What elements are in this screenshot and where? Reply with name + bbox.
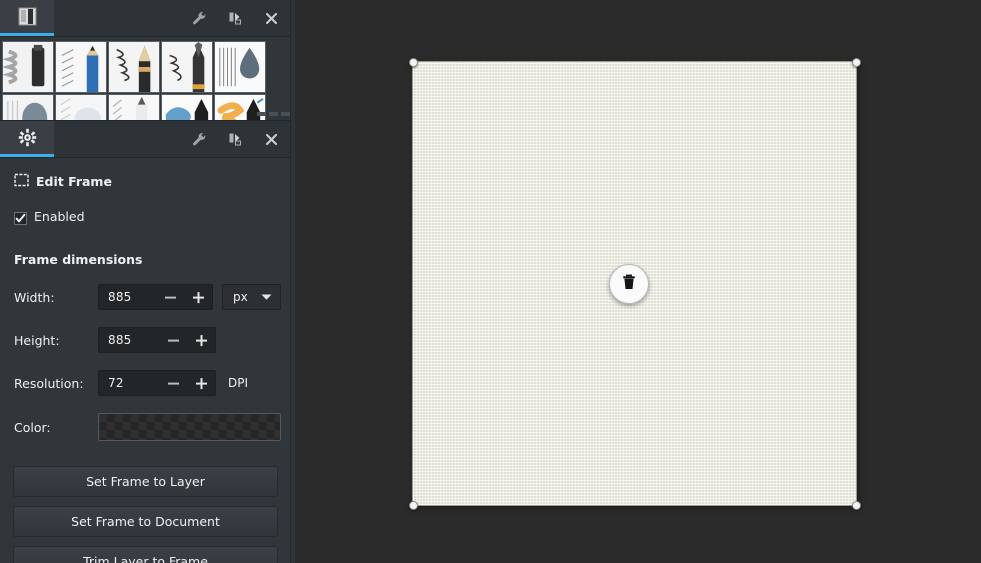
canvas-area[interactable] (295, 0, 981, 563)
set-frame-to-layer-button[interactable]: Set Frame to Layer (13, 466, 278, 497)
delete-button[interactable] (609, 264, 649, 304)
height-decrement-button[interactable] (159, 328, 187, 352)
width-decrement-button[interactable] (156, 285, 184, 309)
brush-preset-item[interactable] (55, 94, 107, 120)
frame-dimensions-label: Frame dimensions (14, 252, 143, 267)
brush-preset-icon (17, 6, 38, 31)
trim-layer-to-frame-button[interactable]: Trim Layer to Frame (13, 546, 278, 563)
close-icon[interactable] (261, 8, 281, 28)
height-value[interactable]: 885 (99, 333, 159, 347)
resolution-unit-label: DPI (228, 376, 249, 390)
color-label: Color: (14, 419, 51, 435)
brush-preset-item[interactable] (214, 41, 266, 93)
frame-icon (14, 173, 29, 190)
width-unit-select[interactable]: px (222, 284, 281, 310)
scroll-tick (257, 112, 266, 116)
wrench-icon[interactable] (189, 8, 209, 28)
brush-preset-item[interactable] (2, 94, 54, 120)
trash-icon (620, 273, 638, 295)
options-header-spacer (54, 121, 189, 157)
panel-title-label: Edit Frame (36, 174, 112, 189)
chevron-down-icon (261, 290, 272, 304)
width-unit-value: px (233, 290, 248, 304)
height-field-row: Height: 885 (14, 327, 281, 353)
selection-handle-top-left[interactable] (409, 58, 418, 67)
set-frame-to-document-button[interactable]: Set Frame to Document (13, 506, 278, 537)
wrench-icon[interactable] (189, 129, 209, 149)
enabled-label: Enabled (34, 209, 85, 224)
edit-frame-panel: Edit Frame Enabled Frame dimensions Widt… (0, 158, 295, 563)
gear-icon (18, 128, 37, 151)
edit-frame-body: Edit Frame Enabled Frame dimensions Widt… (0, 158, 295, 441)
brush-docker-header (0, 0, 295, 37)
width-field-row: Width: 885 px (14, 284, 281, 310)
scroll-tick (269, 112, 278, 116)
resolution-decrement-button[interactable] (159, 371, 187, 395)
brush-docker-actions (189, 0, 295, 36)
height-increment-button[interactable] (187, 328, 215, 352)
close-icon[interactable] (261, 129, 281, 149)
resolution-stepper[interactable]: 72 (98, 370, 216, 396)
selection-handle-bottom-left[interactable] (409, 501, 418, 510)
application-window: Edit Frame Enabled Frame dimensions Widt… (0, 0, 981, 563)
tab-brush-presets[interactable] (0, 0, 54, 36)
width-value[interactable]: 885 (99, 290, 156, 304)
height-label: Height: (14, 332, 60, 348)
brush-preset-item[interactable] (2, 41, 54, 93)
selection-handle-bottom-right[interactable] (852, 501, 861, 510)
frame-color-swatch[interactable] (98, 413, 281, 441)
tab-tool-options[interactable] (0, 121, 54, 157)
width-increment-button[interactable] (184, 285, 212, 309)
resolution-field-row: Resolution: 72 DPI (14, 370, 281, 396)
options-docker-header (0, 121, 295, 158)
float-docker-icon[interactable] (225, 129, 245, 149)
brush-preset-item[interactable] (161, 41, 213, 93)
brush-header-spacer (54, 0, 189, 36)
panel-title: Edit Frame (14, 173, 281, 190)
scroll-tick (281, 112, 290, 116)
options-docker-actions (189, 121, 295, 157)
brush-preset-item[interactable] (108, 94, 160, 120)
selection-handle-top-right[interactable] (852, 58, 861, 67)
resolution-label: Resolution: (14, 375, 84, 391)
resolution-increment-button[interactable] (187, 371, 215, 395)
resolution-value[interactable]: 72 (99, 376, 159, 390)
color-field-row: Color: (14, 413, 281, 441)
brush-grid-scrollbar[interactable] (257, 110, 292, 118)
brush-preset-grid (0, 37, 295, 120)
brush-preset-item[interactable] (108, 41, 160, 93)
enabled-checkbox[interactable] (14, 210, 27, 225)
brush-presets-docker[interactable] (0, 37, 295, 121)
brush-preset-item[interactable] (161, 94, 213, 120)
left-dock-column: Edit Frame Enabled Frame dimensions Widt… (0, 0, 295, 563)
frame-action-buttons: Set Frame to Layer Set Frame to Document… (0, 441, 295, 563)
float-docker-icon[interactable] (225, 8, 245, 28)
height-stepper[interactable]: 885 (98, 327, 216, 353)
width-stepper[interactable]: 885 (98, 284, 214, 310)
width-label: Width: (14, 289, 55, 305)
brush-preset-item[interactable] (55, 41, 107, 93)
enabled-checkbox-row[interactable]: Enabled (14, 209, 281, 225)
